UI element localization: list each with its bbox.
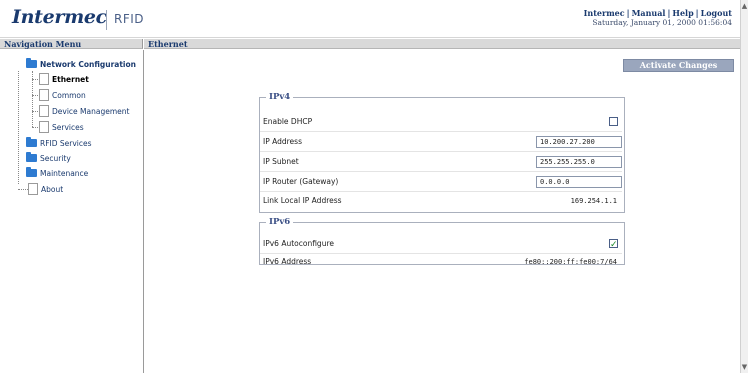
- folder-icon: [26, 137, 37, 147]
- folder-icon: [26, 152, 37, 162]
- nav-item-label: Network Configuration: [40, 60, 136, 69]
- activate-changes-button[interactable]: Activate Changes: [623, 59, 734, 72]
- intermec-logo: Intermec: [12, 6, 107, 28]
- ipv6-address-value: fe80::200:ff:fe00:7/64: [524, 258, 617, 266]
- nav-item-network-configuration[interactable]: Network Configuration: [26, 58, 136, 72]
- datetime: Saturday, January 01, 2000 01:56:04: [592, 18, 732, 27]
- ipv6-address-row: IPv6 Address fe80::200:ff:fe00:7/64: [263, 254, 621, 270]
- logout-link[interactable]: Logout: [701, 8, 732, 18]
- ip-address-input[interactable]: 10.200.27.200: [536, 136, 622, 148]
- ip-subnet-input[interactable]: 255.255.255.0: [536, 156, 622, 168]
- page-icon: [39, 121, 49, 133]
- nav-item-common[interactable]: Common: [39, 89, 86, 103]
- row-divider: [260, 191, 622, 192]
- enable-dhcp-row: Enable DHCP: [263, 114, 621, 130]
- ip-router-input[interactable]: 0.0.0.0: [536, 176, 622, 188]
- tree-connector: [32, 127, 38, 128]
- header: Intermec RFID Intermec | Manual | Help | Logou…: [0, 0, 740, 38]
- nav-item-security[interactable]: Security: [26, 152, 71, 166]
- link-separator: |: [695, 8, 699, 18]
- tree-connector: [32, 79, 38, 80]
- page-icon: [39, 73, 49, 85]
- help-link[interactable]: Help: [672, 8, 693, 18]
- ipv6-autoconfigure-checkbox[interactable]: [609, 237, 618, 253]
- scroll-down-arrow-icon[interactable]: ▼: [741, 363, 748, 371]
- nav-item-label: Device Management: [52, 107, 130, 116]
- scroll-up-arrow-icon[interactable]: ▲: [741, 2, 748, 10]
- manual-link[interactable]: Manual: [632, 8, 666, 18]
- link-local-label: Link Local IP Address: [263, 196, 342, 205]
- enable-dhcp-checkbox[interactable]: [609, 117, 618, 126]
- nav-item-label: Security: [40, 154, 71, 163]
- tree-connector: [32, 111, 38, 112]
- ipv6-legend: IPv6: [269, 217, 291, 227]
- ipv4-legend: IPv4: [269, 92, 291, 102]
- link-separator: |: [626, 8, 630, 18]
- page-title: Ethernet: [144, 39, 740, 49]
- nav-title-bar: Navigation Menu: [0, 39, 143, 49]
- page-icon: [39, 105, 49, 117]
- nav-item-device-management[interactable]: Device Management: [39, 105, 129, 119]
- logo-divider: [106, 10, 107, 30]
- ipv6-autoconfigure-row: IPv6 Autoconfigure: [263, 236, 621, 253]
- ip-subnet-row: IP Subnet 255.255.255.0: [263, 154, 622, 170]
- page-icon: [28, 183, 38, 195]
- nav-item-rfid-services[interactable]: RFID Services: [26, 137, 92, 151]
- link-local-value: 169.254.1.1: [570, 197, 617, 205]
- nav-item-label: Common: [52, 91, 86, 100]
- navigation-menu: Network Configuration Ethernet Common De…: [0, 50, 144, 373]
- nav-item-label: Services: [52, 123, 84, 132]
- row-divider: [260, 131, 622, 132]
- top-links: Intermec | Manual | Help | Logout: [584, 8, 732, 18]
- tree-connector: [32, 95, 38, 96]
- ip-router-label: IP Router (Gateway): [263, 177, 339, 186]
- link-local-row: Link Local IP Address 169.254.1.1: [263, 193, 621, 209]
- ip-router-row: IP Router (Gateway) 0.0.0.0: [263, 174, 622, 190]
- nav-item-label: Maintenance: [40, 169, 89, 178]
- nav-item-services[interactable]: Services: [39, 121, 84, 135]
- nav-item-label: Ethernet: [52, 75, 89, 84]
- tree-connector: [18, 71, 19, 184]
- intermec-link[interactable]: Intermec: [584, 8, 625, 18]
- nav-item-maintenance[interactable]: Maintenance: [26, 167, 88, 181]
- scrollbar[interactable]: ▲ ▼: [740, 0, 748, 373]
- nav-item-ethernet[interactable]: Ethernet: [39, 73, 89, 87]
- ipv6-group: IPv6 IPv6 Autoconfigure IPv6 Address fe8…: [259, 217, 625, 266]
- tree-connector: [18, 189, 28, 190]
- ipv6-address-label: IPv6 Address: [263, 257, 312, 266]
- main-content: Activate Changes IPv4 Enable DHCP IP Add…: [144, 50, 740, 373]
- ip-address-label: IP Address: [263, 137, 302, 146]
- ip-address-row: IP Address 10.200.27.200: [263, 134, 622, 150]
- nav-item-label: About: [41, 185, 64, 194]
- ip-subnet-label: IP Subnet: [263, 157, 299, 166]
- nav-item-about[interactable]: About: [28, 183, 63, 197]
- row-divider: [260, 151, 622, 152]
- page-icon: [39, 89, 49, 101]
- enable-dhcp-label: Enable DHCP: [263, 117, 313, 126]
- ipv6-autoconfigure-label: IPv6 Autoconfigure: [263, 239, 334, 248]
- nav-item-label: RFID Services: [40, 139, 92, 148]
- rfid-logo-text: RFID: [114, 12, 145, 26]
- folder-icon: [26, 58, 37, 68]
- folder-icon: [26, 167, 37, 177]
- row-divider: [260, 171, 622, 172]
- ipv4-group: IPv4 Enable DHCP IP Address 10.200.27.20…: [259, 92, 625, 213]
